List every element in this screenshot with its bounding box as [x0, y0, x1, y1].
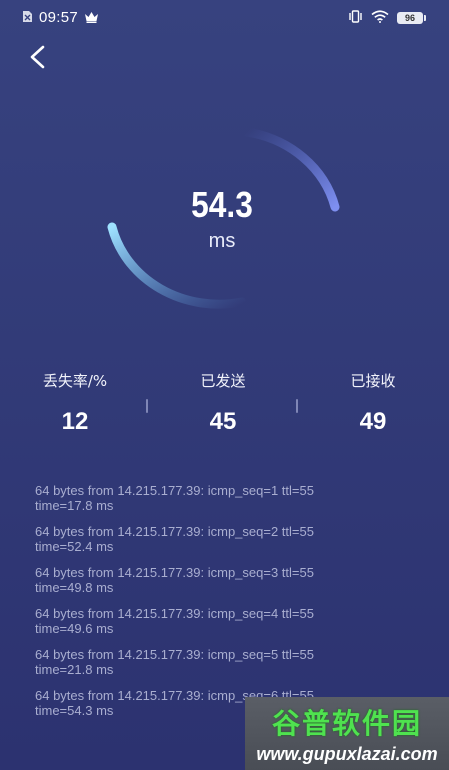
stat-label: 已接收	[350, 372, 396, 390]
watermark-url: www.gupuxlazai.com	[256, 744, 438, 764]
log-item: 64 bytes from 14.215.177.39: icmp_seq=2 …	[35, 524, 415, 554]
log-line: 64 bytes from 14.215.177.39: icmp_seq=4 …	[35, 606, 314, 621]
stat-value: 12	[61, 408, 89, 435]
log-line: 64 bytes from 14.215.177.39: icmp_seq=2 …	[35, 524, 314, 539]
log-time: time=21.8 ms	[35, 662, 114, 677]
latency-gauge: 54.3 ms	[92, 112, 352, 322]
vibrate-icon	[348, 8, 363, 27]
watermark-logo: 谷普软件园 www.gupuxlazai.com	[245, 697, 449, 770]
log-item: 64 bytes from 14.215.177.39: icmp_seq=1 …	[35, 483, 415, 513]
stat-sent: 已发送 45	[148, 370, 298, 436]
log-time: time=52.4 ms	[35, 539, 114, 554]
stat-loss-rate: 丢失率/% 12	[0, 370, 150, 436]
latency-value: 54.3	[191, 184, 253, 225]
log-item: 64 bytes from 14.215.177.39: icmp_seq=4 …	[35, 606, 415, 636]
log-line: 64 bytes from 14.215.177.39: icmp_seq=5 …	[35, 647, 314, 662]
log-item: 64 bytes from 14.215.177.39: icmp_seq=5 …	[35, 647, 415, 677]
stat-label: 丢失率/%	[42, 372, 108, 390]
back-button[interactable]	[24, 42, 54, 72]
stat-value: 45	[209, 408, 237, 435]
status-bar: 09:57 96	[0, 0, 449, 32]
sim-icon	[22, 8, 33, 27]
stat-label: 已发送	[200, 372, 246, 390]
watermark-title: 谷普软件园	[271, 707, 422, 740]
log-time: time=49.6 ms	[35, 621, 114, 636]
ping-log: 64 bytes from 14.215.177.39: icmp_seq=1 …	[35, 483, 415, 729]
back-chevron-icon	[30, 45, 45, 69]
log-item: 64 bytes from 14.215.177.39: icmp_seq=3 …	[35, 565, 415, 595]
stat-received: 已接收 49	[298, 370, 448, 436]
log-line: 64 bytes from 14.215.177.39: icmp_seq=3 …	[35, 565, 314, 580]
log-line: 64 bytes from 14.215.177.39: icmp_seq=1 …	[35, 483, 314, 498]
log-time: time=49.8 ms	[35, 580, 114, 595]
battery-indicator: 96	[397, 11, 426, 24]
stat-value: 49	[359, 408, 387, 435]
status-time: 09:57	[39, 9, 79, 26]
crown-icon	[84, 8, 99, 27]
wifi-icon	[371, 8, 389, 27]
stats-row: 丢失率/% 12 已发送 45 已接收 49	[0, 370, 449, 450]
latency-unit: ms	[208, 230, 236, 252]
log-time: time=17.8 ms	[35, 498, 114, 513]
